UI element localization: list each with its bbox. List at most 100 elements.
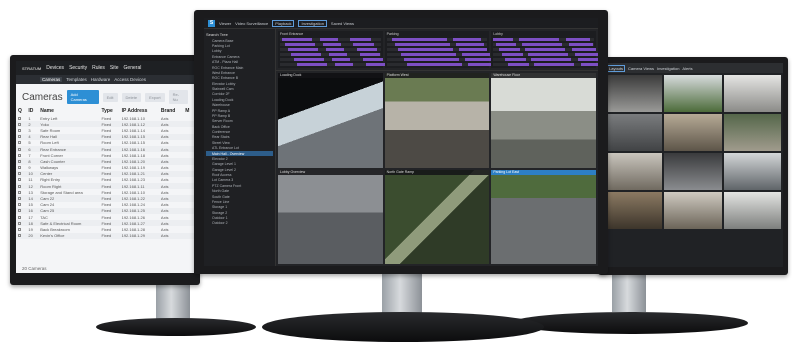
column-ip-address[interactable]: IP Address — [120, 107, 159, 115]
camera-feed[interactable]: North Gate Ramp — [384, 169, 490, 264]
timeline-track[interactable] — [493, 58, 598, 61]
recording-segment — [359, 53, 380, 56]
tab-hardware[interactable]: Hardware — [91, 77, 111, 82]
camera-tile[interactable] — [723, 75, 781, 112]
column-type[interactable]: Type — [99, 107, 119, 115]
tab-investigation[interactable]: Investigation — [657, 66, 679, 71]
nav-rules[interactable]: Rules — [92, 65, 105, 71]
row-checkbox[interactable] — [16, 232, 27, 239]
camera-tile[interactable] — [664, 114, 722, 151]
camera-feed[interactable]: Parking Lot East — [491, 169, 596, 264]
column-name[interactable]: Name — [38, 107, 99, 115]
timeline-track[interactable] — [386, 53, 491, 56]
table-row[interactable]: 4 Rear Hall Fixed 192.168.1.15 Axis — [16, 133, 194, 140]
table-row[interactable]: 6 Rear Entrance Fixed 192.168.1.16 Axis — [16, 145, 194, 153]
camera-tile[interactable] — [664, 75, 722, 112]
tab-camera-views[interactable]: Camera Views — [628, 66, 654, 71]
recording-segment — [394, 43, 451, 46]
tab-video-surveillance[interactable]: Video Surveillance — [235, 21, 268, 26]
table-row[interactable]: 1 Entry Left Fixed 192.168.1.10 Axis — [16, 115, 194, 121]
timeline-pane[interactable]: Front Entrance — [278, 31, 386, 68]
table-row[interactable]: 9 Walkways Fixed 192.168.1.19 Axis — [16, 165, 194, 171]
center-monitor: S Viewer Video Surveillance Playback Inv… — [194, 10, 608, 274]
camera-tile[interactable] — [605, 75, 663, 112]
nav-general[interactable]: General — [124, 65, 142, 71]
timeline-pane[interactable]: Lobby — [491, 31, 598, 68]
table-row[interactable]: 3 Safe Room Fixed 192.168.1.14 Axis — [16, 127, 194, 133]
column-id[interactable]: ID — [26, 107, 38, 115]
timeline-track[interactable] — [386, 43, 488, 46]
nav-site[interactable]: Site — [110, 65, 119, 71]
recording-segment — [353, 43, 374, 46]
camera-tile[interactable] — [723, 153, 781, 190]
add-cameras-button[interactable]: Add Cameras — [66, 90, 99, 104]
table-row[interactable]: 2 Yoko Fixed 192.168.1.12 Axis — [16, 121, 194, 128]
table-row[interactable]: 8 Cash Counter Fixed 192.168.1.20 Axis — [16, 158, 194, 165]
row-type: Fixed — [99, 232, 120, 239]
timeline-track[interactable] — [386, 58, 494, 61]
table-row[interactable]: 20 Kevin's Office Fixed 192.168.1.29 Axis — [16, 232, 194, 239]
camera-feed[interactable]: Lobby Overview — [278, 169, 383, 264]
timeline-track[interactable] — [280, 58, 383, 61]
more-button[interactable]: Re-Nu — [168, 90, 188, 104]
table-row[interactable]: 12 Room Right Fixed 192.168.1.11 Axis — [16, 183, 194, 190]
timeline-pane[interactable]: Parking — [384, 31, 497, 68]
camera-tile[interactable] — [664, 192, 722, 229]
tab-layouts[interactable]: Layouts — [607, 64, 626, 72]
timeline-track[interactable] — [493, 63, 598, 66]
video-grid: Loading Dock Platform West Warehouse Floor… — [276, 71, 598, 266]
timeline-track[interactable] — [280, 53, 381, 56]
table-row[interactable]: 11 Right Entry Fixed 192.168.1.23 Axis — [16, 177, 194, 183]
table-row[interactable]: 18 Safe & Electrical Room Fixed 192.168.1.2… — [16, 220, 194, 227]
tab-viewer[interactable]: Viewer — [219, 21, 231, 26]
timeline-track[interactable] — [493, 48, 597, 51]
table-row[interactable]: 10 Center Fixed 192.168.1.21 Axis — [16, 170, 194, 177]
camera-tile[interactable] — [605, 192, 663, 229]
tab-playback[interactable]: Playback — [272, 19, 295, 27]
export-button[interactable]: Export — [145, 92, 165, 102]
timeline-track[interactable] — [386, 48, 488, 51]
tab-cameras[interactable]: Cameras — [40, 77, 63, 82]
camera-tile[interactable] — [605, 114, 663, 151]
camera-tile[interactable] — [723, 114, 781, 151]
table-row[interactable]: 15 Cam 24 Fixed 192.168.1.24 Axis — [16, 202, 194, 208]
timeline-track[interactable] — [493, 43, 595, 46]
tab-access-devices[interactable]: Access Devices — [114, 77, 146, 82]
camera-tile[interactable] — [605, 153, 663, 190]
timeline-track[interactable] — [386, 38, 488, 41]
timeline-track[interactable] — [280, 43, 381, 46]
delete-button[interactable]: Delete — [121, 92, 142, 102]
camera-feed[interactable]: Platform West — [384, 73, 490, 168]
right-monitor-neck — [612, 274, 646, 312]
tab-alerts[interactable]: Alerts — [682, 66, 692, 71]
timeline-track[interactable] — [386, 63, 497, 66]
tab-investigation[interactable]: Investigation — [298, 19, 327, 27]
table-row[interactable]: 13 Storage and Stand area Fixed 192.168.1.1… — [16, 189, 194, 195]
timeline-track[interactable] — [493, 53, 598, 56]
table-row[interactable]: 19 Back Breakroom Fixed 192.168.1.28 Axis — [16, 226, 194, 232]
table-row[interactable]: 14 Cam 22 Fixed 192.168.1.22 Axis — [16, 195, 194, 202]
table-row[interactable]: 16 Cam 25 Fixed 192.168.1.25 Axis — [16, 207, 194, 214]
edit-button[interactable]: Edit — [102, 92, 118, 102]
timeline-track[interactable] — [280, 48, 381, 51]
table-row[interactable]: 5 Room Left Fixed 192.168.1.15 Axis — [16, 140, 194, 146]
column-brand[interactable]: Brand — [159, 107, 183, 115]
camera-feed[interactable]: Warehouse Floor — [491, 73, 596, 168]
camera-feed[interactable]: Loading Dock — [278, 73, 383, 168]
timeline-track[interactable] — [280, 63, 386, 66]
nav-security[interactable]: Security — [69, 65, 87, 71]
tab-saved-views[interactable]: Saved Views — [331, 21, 354, 26]
table-row[interactable]: 17 TAC Fixed 192.168.1.26 Axis — [16, 214, 194, 220]
recording-segment — [329, 53, 348, 56]
tab-templates[interactable]: Templates — [66, 77, 87, 82]
camera-tile[interactable] — [664, 153, 722, 190]
tree-item[interactable]: Outdoor 2 — [206, 221, 273, 226]
column-model[interactable]: M — [183, 107, 194, 115]
timeline-track[interactable] — [280, 38, 381, 41]
table-row[interactable]: 7 Front Corner Fixed 192.168.1.18 Axis — [16, 152, 194, 158]
nav-devices[interactable]: Devices — [46, 65, 64, 71]
timeline-track[interactable] — [493, 38, 595, 41]
column-select[interactable]: Q — [16, 107, 26, 115]
camera-tile[interactable] — [723, 192, 781, 229]
recording-segment — [505, 58, 526, 61]
